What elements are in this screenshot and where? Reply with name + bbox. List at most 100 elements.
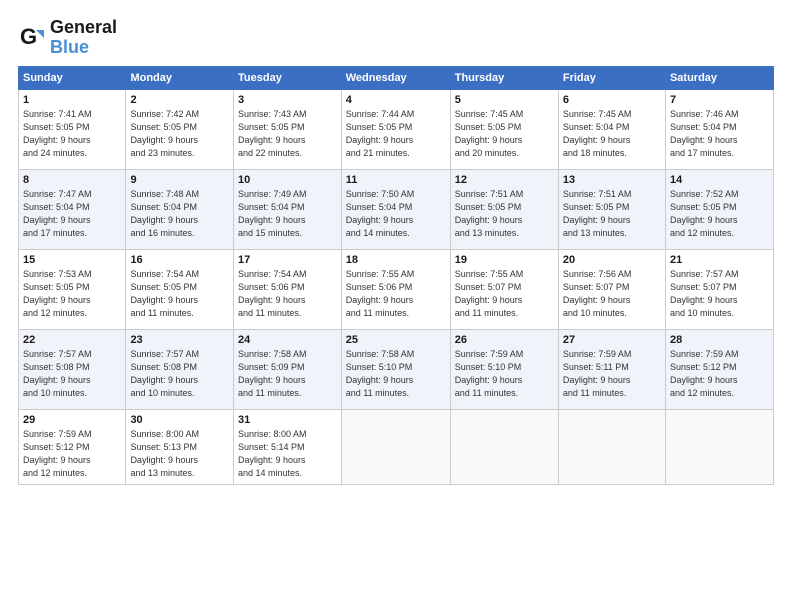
day-number: 20 [563,254,661,266]
calendar-header-row: SundayMondayTuesdayWednesdayThursdayFrid… [19,66,774,89]
day-number: 3 [238,94,337,106]
day-number: 10 [238,174,337,186]
day-number: 14 [670,174,769,186]
calendar-cell [558,409,665,484]
weekday-header-friday: Friday [558,66,665,89]
day-number: 1 [23,94,121,106]
day-number: 12 [455,174,554,186]
day-info: Sunrise: 7:52 AMSunset: 5:05 PMDaylight:… [670,188,769,240]
day-info: Sunrise: 7:55 AMSunset: 5:06 PMDaylight:… [346,268,446,320]
calendar-cell: 14 Sunrise: 7:52 AMSunset: 5:05 PMDayligh… [665,169,773,249]
calendar-cell: 24 Sunrise: 7:58 AMSunset: 5:09 PMDayligh… [234,329,342,409]
calendar-cell: 4Sunrise: 7:44 AMSunset: 5:05 PMDaylight… [341,89,450,169]
day-info: Sunrise: 7:59 AMSunset: 5:12 PMDaylight:… [23,428,121,480]
calendar-cell [665,409,773,484]
day-number: 11 [346,174,446,186]
calendar-cell: 1Sunrise: 7:41 AMSunset: 5:05 PMDaylight… [19,89,126,169]
day-info: Sunrise: 7:43 AMSunset: 5:05 PMDaylight:… [238,108,337,160]
day-info: Sunrise: 7:46 AMSunset: 5:04 PMDaylight:… [670,108,769,160]
calendar-cell: 2 Sunrise: 7:42 AMSunset: 5:05 PMDaylight… [126,89,234,169]
day-number: 24 [238,334,337,346]
day-number: 31 [238,414,337,426]
calendar-cell: 28 Sunrise: 7:59 AMSunset: 5:12 PMDayligh… [665,329,773,409]
day-info: Sunrise: 7:48 AMSunset: 5:04 PMDaylight:… [130,188,229,240]
header: G General Blue [18,18,774,58]
day-number: 26 [455,334,554,346]
calendar-container: G General Blue SundayMondayTuesdayWednes… [0,0,792,612]
day-number: 22 [23,334,121,346]
calendar-cell: 31Sunrise: 8:00 AMSunset: 5:14 PMDayligh… [234,409,342,484]
calendar-cell: 13 Sunrise: 7:51 AMSunset: 5:05 PMDayligh… [558,169,665,249]
calendar-cell: 17 Sunrise: 7:54 AMSunset: 5:06 PMDayligh… [234,249,342,329]
day-number: 8 [23,174,121,186]
day-number: 17 [238,254,337,266]
calendar-cell: 25 Sunrise: 7:58 AMSunset: 5:10 PMDayligh… [341,329,450,409]
day-info: Sunrise: 7:47 AMSunset: 5:04 PMDaylight:… [23,188,121,240]
calendar-cell: 9 Sunrise: 7:48 AMSunset: 5:04 PMDaylight… [126,169,234,249]
day-number: 9 [130,174,229,186]
weekday-header-monday: Monday [126,66,234,89]
day-info: Sunrise: 7:55 AMSunset: 5:07 PMDaylight:… [455,268,554,320]
day-info: Sunrise: 7:58 AMSunset: 5:09 PMDaylight:… [238,348,337,400]
day-info: Sunrise: 7:54 AMSunset: 5:06 PMDaylight:… [238,268,337,320]
calendar-cell: 16 Sunrise: 7:54 AMSunset: 5:05 PMDayligh… [126,249,234,329]
svg-text:G: G [20,24,37,49]
calendar-cell: 19Sunrise: 7:55 AMSunset: 5:07 PMDayligh… [450,249,558,329]
day-number: 15 [23,254,121,266]
calendar-cell: 27 Sunrise: 7:59 AMSunset: 5:11 PMDayligh… [558,329,665,409]
calendar-cell: 6Sunrise: 7:45 AMSunset: 5:04 PMDaylight… [558,89,665,169]
calendar-cell: 21 Sunrise: 7:57 AMSunset: 5:07 PMDayligh… [665,249,773,329]
day-number: 4 [346,94,446,106]
weekday-header-saturday: Saturday [665,66,773,89]
calendar-cell [341,409,450,484]
calendar-cell: 26 Sunrise: 7:59 AMSunset: 5:10 PMDayligh… [450,329,558,409]
day-info: Sunrise: 7:59 AMSunset: 5:12 PMDaylight:… [670,348,769,400]
weekday-header-thursday: Thursday [450,66,558,89]
day-info: Sunrise: 7:42 AMSunset: 5:05 PMDaylight:… [130,108,229,160]
day-info: Sunrise: 7:59 AMSunset: 5:11 PMDaylight:… [563,348,661,400]
calendar-cell [450,409,558,484]
day-number: 27 [563,334,661,346]
day-number: 29 [23,414,121,426]
day-info: Sunrise: 8:00 AMSunset: 5:13 PMDaylight:… [130,428,229,480]
day-number: 25 [346,334,446,346]
calendar-cell: 29 Sunrise: 7:59 AMSunset: 5:12 PMDayligh… [19,409,126,484]
day-number: 30 [130,414,229,426]
day-info: Sunrise: 7:57 AMSunset: 5:08 PMDaylight:… [23,348,121,400]
day-info: Sunrise: 7:59 AMSunset: 5:10 PMDaylight:… [455,348,554,400]
day-number: 13 [563,174,661,186]
logo-text: General Blue [50,18,117,58]
day-info: Sunrise: 7:56 AMSunset: 5:07 PMDaylight:… [563,268,661,320]
logo-icon: G [18,24,46,52]
day-info: Sunrise: 7:49 AMSunset: 5:04 PMDaylight:… [238,188,337,240]
calendar-cell: 8 Sunrise: 7:47 AMSunset: 5:04 PMDaylight… [19,169,126,249]
day-info: Sunrise: 7:57 AMSunset: 5:08 PMDaylight:… [130,348,229,400]
calendar-cell: 22 Sunrise: 7:57 AMSunset: 5:08 PMDayligh… [19,329,126,409]
day-number: 7 [670,94,769,106]
day-info: Sunrise: 7:51 AMSunset: 5:05 PMDaylight:… [563,188,661,240]
calendar-cell: 11Sunrise: 7:50 AMSunset: 5:04 PMDayligh… [341,169,450,249]
weekday-header-sunday: Sunday [19,66,126,89]
day-number: 5 [455,94,554,106]
day-info: Sunrise: 7:51 AMSunset: 5:05 PMDaylight:… [455,188,554,240]
day-number: 16 [130,254,229,266]
day-info: Sunrise: 7:54 AMSunset: 5:05 PMDaylight:… [130,268,229,320]
calendar-table: SundayMondayTuesdayWednesdayThursdayFrid… [18,66,774,485]
day-info: Sunrise: 7:57 AMSunset: 5:07 PMDaylight:… [670,268,769,320]
day-number: 23 [130,334,229,346]
calendar-cell: 3 Sunrise: 7:43 AMSunset: 5:05 PMDaylight… [234,89,342,169]
day-number: 18 [346,254,446,266]
calendar-cell: 10 Sunrise: 7:49 AMSunset: 5:04 PMDayligh… [234,169,342,249]
day-info: Sunrise: 7:45 AMSunset: 5:05 PMDaylight:… [455,108,554,160]
calendar-cell: 15 Sunrise: 7:53 AMSunset: 5:05 PMDayligh… [19,249,126,329]
weekday-header-wednesday: Wednesday [341,66,450,89]
day-number: 21 [670,254,769,266]
day-info: Sunrise: 7:58 AMSunset: 5:10 PMDaylight:… [346,348,446,400]
calendar-cell: 7 Sunrise: 7:46 AMSunset: 5:04 PMDaylight… [665,89,773,169]
day-info: Sunrise: 7:45 AMSunset: 5:04 PMDaylight:… [563,108,661,160]
day-number: 28 [670,334,769,346]
day-number: 2 [130,94,229,106]
calendar-cell: 20 Sunrise: 7:56 AMSunset: 5:07 PMDayligh… [558,249,665,329]
calendar-body: 1Sunrise: 7:41 AMSunset: 5:05 PMDaylight… [19,89,774,484]
day-info: Sunrise: 7:53 AMSunset: 5:05 PMDaylight:… [23,268,121,320]
